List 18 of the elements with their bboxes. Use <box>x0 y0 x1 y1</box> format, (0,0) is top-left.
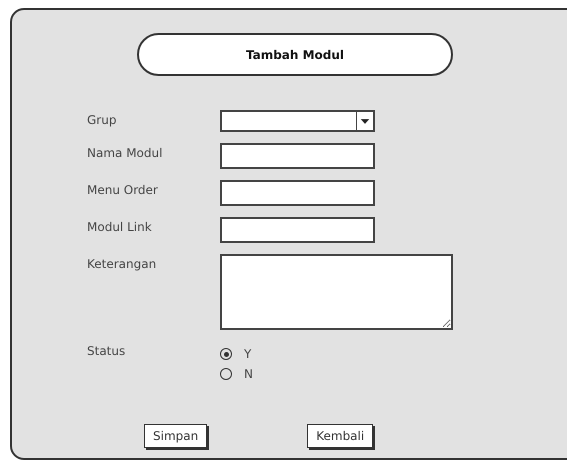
field-label: Menu Order <box>87 182 158 197</box>
form-button[interactable]: Kembali <box>307 424 374 448</box>
field-label: Keterangan <box>87 256 156 271</box>
text-area[interactable] <box>220 254 453 330</box>
dropdown-field[interactable] <box>220 110 375 132</box>
text-field[interactable] <box>220 217 375 243</box>
radio-button[interactable] <box>220 368 232 380</box>
text-field[interactable] <box>220 143 375 169</box>
field-label: Status <box>87 343 126 358</box>
field-label: Modul Link <box>87 219 152 234</box>
form-button[interactable]: Simpan <box>144 424 208 448</box>
field-label: Nama Modul <box>87 145 162 160</box>
field-label: Grup <box>87 112 116 127</box>
radio-label: Y <box>244 347 252 361</box>
radio-label: N <box>244 367 253 381</box>
radio-button[interactable] <box>220 348 232 360</box>
form-title: Tambah Modul <box>137 33 453 76</box>
text-field[interactable] <box>220 180 375 206</box>
